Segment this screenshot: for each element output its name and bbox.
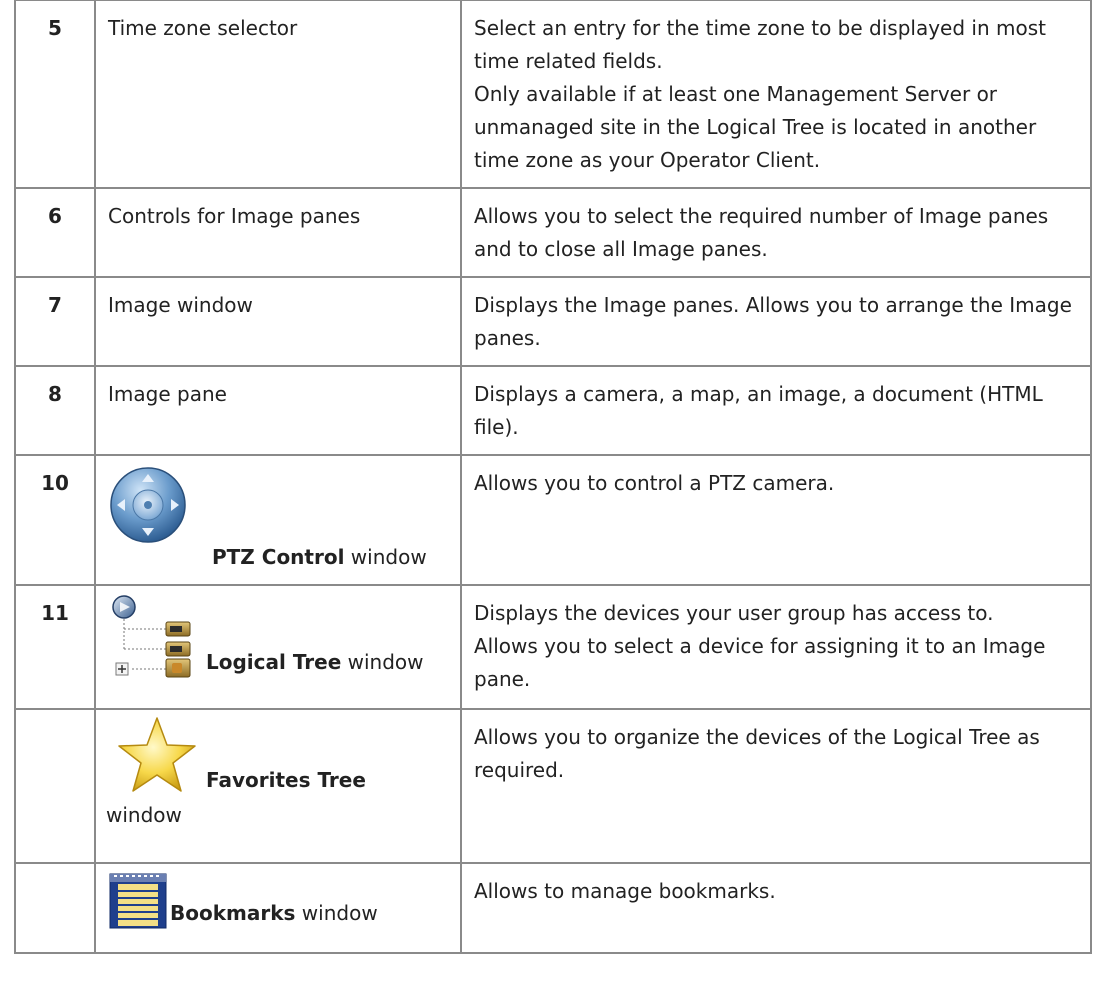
row-number: 5 bbox=[14, 0, 96, 189]
table-row: Bookmarks window Allows to manage bookma… bbox=[14, 862, 1092, 954]
element-name-bold: PTZ Control bbox=[212, 545, 345, 569]
row-number: 11 bbox=[14, 584, 96, 710]
element-name-suffix: window bbox=[295, 901, 378, 925]
description-line: Displays a camera, a map, an image, a do… bbox=[474, 382, 1043, 439]
description-line: Allows to manage bookmarks. bbox=[474, 879, 776, 903]
description-line: Displays the devices your user group has… bbox=[474, 601, 994, 625]
element-name: PTZ Control window bbox=[94, 454, 462, 586]
table-row: 8 Image pane Displays a camera, a map, a… bbox=[14, 365, 1092, 456]
table-row: 5 Time zone selector Select an entry for… bbox=[14, 0, 1092, 189]
logical-tree-icon bbox=[108, 593, 198, 679]
description-line: Displays the Image panes. Allows you to … bbox=[474, 293, 1072, 350]
element-name: Bookmarks window bbox=[94, 862, 462, 954]
element-description: Allows to manage bookmarks. bbox=[460, 862, 1092, 954]
element-description: Allows you to control a PTZ camera. bbox=[460, 454, 1092, 586]
element-name-suffix: window bbox=[344, 545, 427, 569]
table-row: 10 PTZ Control window Allows you to cont… bbox=[14, 454, 1092, 586]
bookmarks-icon bbox=[108, 872, 168, 930]
description-line: Select an entry for the time zone to be … bbox=[474, 16, 1046, 73]
description-line: Allows you to control a PTZ camera. bbox=[474, 471, 835, 495]
table-row: 11 Logical Tree window Displays the devi… bbox=[14, 584, 1092, 710]
row-number bbox=[14, 708, 96, 864]
description-line: Allows you to organize the devices of th… bbox=[474, 725, 1040, 782]
element-name: Favorites Tree window bbox=[94, 708, 462, 864]
element-name: Time zone selector bbox=[94, 0, 462, 189]
element-name-suffix: window bbox=[341, 650, 424, 674]
element-name-bold: Logical Tree bbox=[206, 650, 342, 674]
element-description: Displays the devices your user group has… bbox=[460, 584, 1092, 710]
description-line: Only available if at least one Managemen… bbox=[474, 82, 1037, 172]
star-icon bbox=[116, 715, 198, 797]
element-name: Controls for Image panes bbox=[94, 187, 462, 278]
description-line: Allows you to select a device for assign… bbox=[474, 634, 1046, 691]
element-name-bold: Favorites Tree bbox=[206, 768, 366, 792]
element-description: Select an entry for the time zone to be … bbox=[460, 0, 1092, 189]
ptz-control-icon bbox=[108, 465, 188, 545]
table-row: Favorites Tree window Allows you to orga… bbox=[14, 708, 1092, 864]
row-number: 10 bbox=[14, 454, 96, 586]
element-name-suffix: window bbox=[106, 803, 182, 827]
element-description: Displays a camera, a map, an image, a do… bbox=[460, 365, 1092, 456]
element-name: Logical Tree window bbox=[94, 584, 462, 710]
row-number: 7 bbox=[14, 276, 96, 367]
row-number: 6 bbox=[14, 187, 96, 278]
element-description: Allows you to organize the devices of th… bbox=[460, 708, 1092, 864]
table-row: 6 Controls for Image panes Allows you to… bbox=[14, 187, 1092, 278]
row-number: 8 bbox=[14, 365, 96, 456]
element-name: Image window bbox=[94, 276, 462, 367]
element-description: Displays the Image panes. Allows you to … bbox=[460, 276, 1092, 367]
documentation-table: 5 Time zone selector Select an entry for… bbox=[14, 0, 1092, 954]
description-line: Allows you to select the required number… bbox=[474, 204, 1049, 261]
row-number bbox=[14, 862, 96, 954]
element-name-bold: Bookmarks bbox=[170, 901, 296, 925]
table-row: 7 Image window Displays the Image panes.… bbox=[14, 276, 1092, 367]
element-name: Image pane bbox=[94, 365, 462, 456]
element-description: Allows you to select the required number… bbox=[460, 187, 1092, 278]
